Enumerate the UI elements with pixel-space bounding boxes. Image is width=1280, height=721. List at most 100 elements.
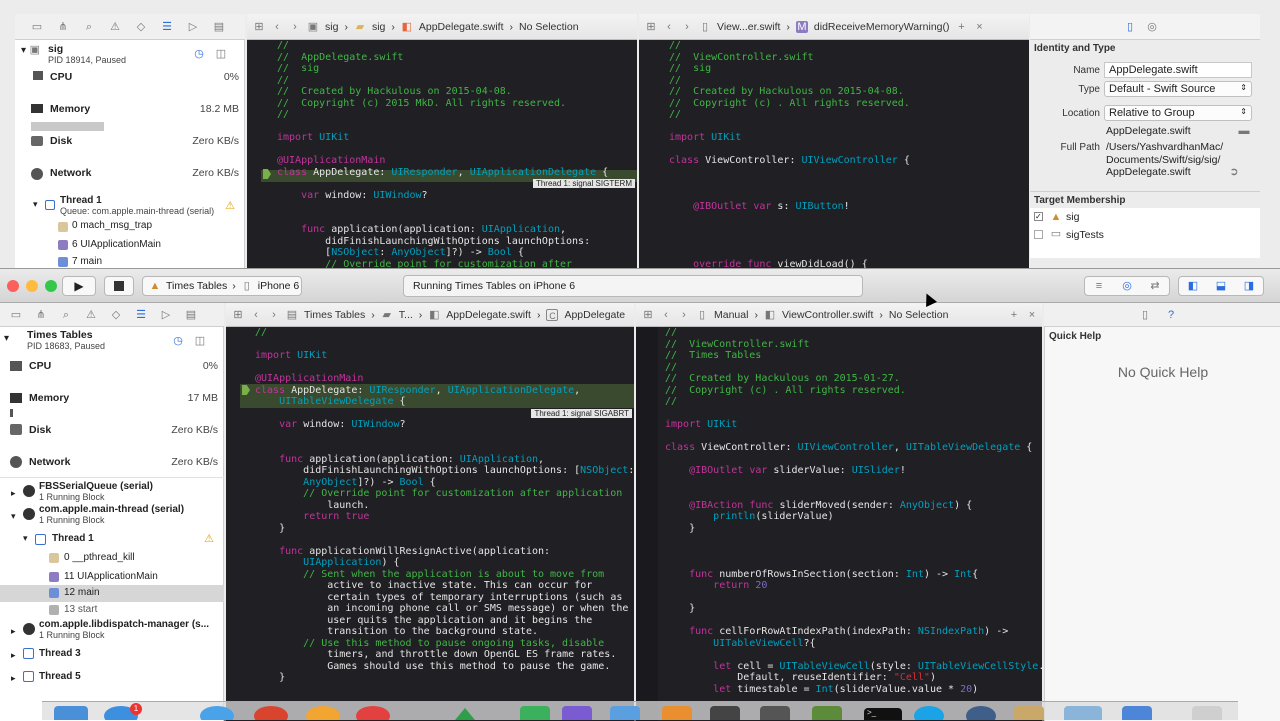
code-line[interactable] — [277, 144, 608, 156]
code-line[interactable]: // — [665, 362, 1042, 374]
warning-icon[interactable]: ⚠ — [85, 309, 97, 321]
code-line[interactable] — [665, 557, 1042, 569]
crumb-file[interactable]: ViewController.swift — [782, 309, 873, 321]
back-icon[interactable]: ‹ — [250, 309, 262, 321]
code-line[interactable]: import UIKit — [255, 350, 634, 362]
code-line[interactable] — [255, 408, 634, 420]
code-line[interactable]: class ViewController: UIViewController { — [669, 155, 910, 167]
forward-icon[interactable]: › — [289, 21, 301, 33]
jump-bar-top-left[interactable]: ⊞ ‹ › ▣ sig › ▰ sig › ◧ AppDelegate.swift ›… — [247, 14, 637, 40]
folder-icon[interactable]: ▬ — [1238, 125, 1250, 137]
code-line[interactable] — [277, 121, 608, 133]
back-icon[interactable]: ‹ — [663, 21, 675, 33]
network-label[interactable]: Network — [29, 456, 70, 468]
code-line[interactable]: // — [277, 75, 608, 87]
code-line[interactable]: // Copyright (c) . All rights reserved. — [665, 385, 1042, 397]
utilities-toggle-icon[interactable]: ◨ — [1243, 280, 1255, 292]
code-line[interactable]: } — [665, 603, 1042, 615]
app-icon[interactable] — [1014, 706, 1044, 720]
code-line[interactable] — [665, 431, 1042, 443]
code-line[interactable]: // ViewController.swift — [669, 52, 910, 64]
folder-icon[interactable]: ▭ — [31, 21, 43, 33]
code-line[interactable] — [665, 546, 1042, 558]
safari-icon[interactable] — [200, 706, 234, 720]
log-icon[interactable]: ▤ — [213, 21, 225, 33]
code-line[interactable] — [277, 213, 608, 225]
code-line[interactable]: @UIApplicationMain — [277, 155, 608, 167]
code-line[interactable]: UITableViewDelegate { — [255, 396, 634, 408]
code-line[interactable] — [669, 213, 910, 225]
code-line[interactable]: } — [665, 523, 1042, 535]
code-line[interactable] — [255, 534, 634, 546]
code-line[interactable]: didFinishLaunchingWithOptions launchOpti… — [255, 465, 634, 477]
target-sig[interactable]: sig — [1066, 211, 1079, 223]
queue-fbs[interactable]: FBSSerialQueue (serial) — [39, 481, 153, 492]
code-line[interactable] — [665, 477, 1042, 489]
quick-help-icon[interactable]: ? — [1165, 309, 1177, 321]
code-line[interactable]: // — [277, 109, 608, 121]
crumb-file[interactable]: AppDelegate.swift — [419, 21, 504, 33]
close-icon[interactable]: × — [974, 21, 986, 33]
breakpoint-icon[interactable]: ▷ — [160, 309, 172, 321]
log-icon[interactable]: ▤ — [185, 309, 197, 321]
code-line[interactable] — [255, 442, 634, 454]
code-line[interactable]: certain types of temporary interruptions… — [255, 592, 634, 604]
code-line[interactable]: Default, reuseIdentifier: "Cell") — [665, 672, 1042, 684]
frame-0[interactable]: 0 __pthread_kill — [64, 552, 135, 563]
code-line[interactable]: // Use this method to pause ongoing task… — [255, 638, 634, 650]
help-icon[interactable]: ◎ — [1146, 21, 1158, 33]
add-icon[interactable]: + — [956, 21, 968, 33]
trash-icon[interactable] — [1192, 706, 1222, 720]
version-editor-icon[interactable]: ⇄ — [1149, 280, 1161, 292]
code-line[interactable]: override func viewDidLoad() { — [669, 259, 910, 269]
code-line[interactable] — [255, 431, 634, 443]
code-line[interactable]: return true — [255, 511, 634, 523]
network-label[interactable]: Network — [50, 167, 91, 179]
preview-icon[interactable] — [610, 706, 640, 720]
code-line[interactable] — [665, 649, 1042, 661]
app-icon[interactable] — [1064, 706, 1102, 720]
grid-icon[interactable]: ⊞ — [645, 21, 657, 33]
frame-0[interactable]: 0 mach_msg_trap — [72, 220, 152, 231]
code-line[interactable]: // sig — [277, 63, 608, 75]
minimize-button[interactable] — [26, 280, 38, 292]
code-line[interactable]: UITableViewCell?{ — [665, 638, 1042, 650]
code-line[interactable]: func applicationWillResignActive(applica… — [255, 546, 634, 558]
code-line[interactable]: return 20 — [665, 580, 1042, 592]
grid-icon[interactable]: ⊞ — [642, 309, 654, 321]
add-icon[interactable]: + — [1008, 309, 1020, 321]
code-line[interactable]: an incoming phone call or SMS message) o… — [255, 603, 634, 615]
process-name[interactable]: Times Tables — [27, 329, 93, 341]
crumb-group[interactable]: T... — [399, 309, 413, 321]
code-line[interactable]: func numberOfRowsInSection(section: Int)… — [665, 569, 1042, 581]
thread-1[interactable]: Thread 1 — [52, 533, 94, 544]
code-line[interactable] — [277, 201, 608, 213]
code-line[interactable]: // Created by Hackulous on 2015-01-27. — [665, 373, 1042, 385]
code-line[interactable]: import UIKit — [669, 132, 910, 144]
code-line[interactable]: // Created by Hackulous on 2015-04-08. — [277, 86, 608, 98]
crumb-file[interactable]: AppDelegate.swift — [446, 309, 531, 321]
code-line[interactable]: import UIKit — [277, 132, 608, 144]
code-line[interactable]: @IBOutlet var s: UIButton! — [669, 201, 910, 213]
name-field[interactable]: AppDelegate.swift — [1109, 64, 1198, 76]
zoom-button[interactable] — [45, 280, 57, 292]
code-line[interactable] — [255, 339, 634, 351]
code-line[interactable] — [669, 144, 910, 156]
code-line[interactable]: @IBOutlet var sliderValue: UISlider! — [665, 465, 1042, 477]
code-line[interactable] — [665, 592, 1042, 604]
code-line[interactable] — [665, 488, 1042, 500]
crumb-file[interactable]: View...er.swift — [717, 21, 780, 33]
app-icon[interactable] — [306, 706, 340, 720]
type-popup[interactable]: Default - Swift Source — [1109, 83, 1215, 95]
code-line[interactable]: func cellForRowAtIndexPath(indexPath: NS… — [665, 626, 1042, 638]
finder-icon[interactable] — [54, 706, 88, 720]
file-icon[interactable]: ▯ — [1124, 21, 1136, 33]
back-icon[interactable]: ‹ — [660, 309, 672, 321]
skype-icon[interactable] — [914, 706, 944, 720]
code-line[interactable]: println(sliderValue) — [665, 511, 1042, 523]
scheme-selector[interactable]: ▲ Times Tables › ▯ iPhone 6 — [142, 276, 302, 296]
code-line[interactable]: // — [665, 396, 1042, 408]
crumb-method[interactable]: didReceiveMemoryWarning() — [814, 21, 950, 33]
warning-icon[interactable]: ⚠ — [109, 21, 121, 33]
gauge-icon[interactable]: ◷ — [193, 48, 205, 60]
